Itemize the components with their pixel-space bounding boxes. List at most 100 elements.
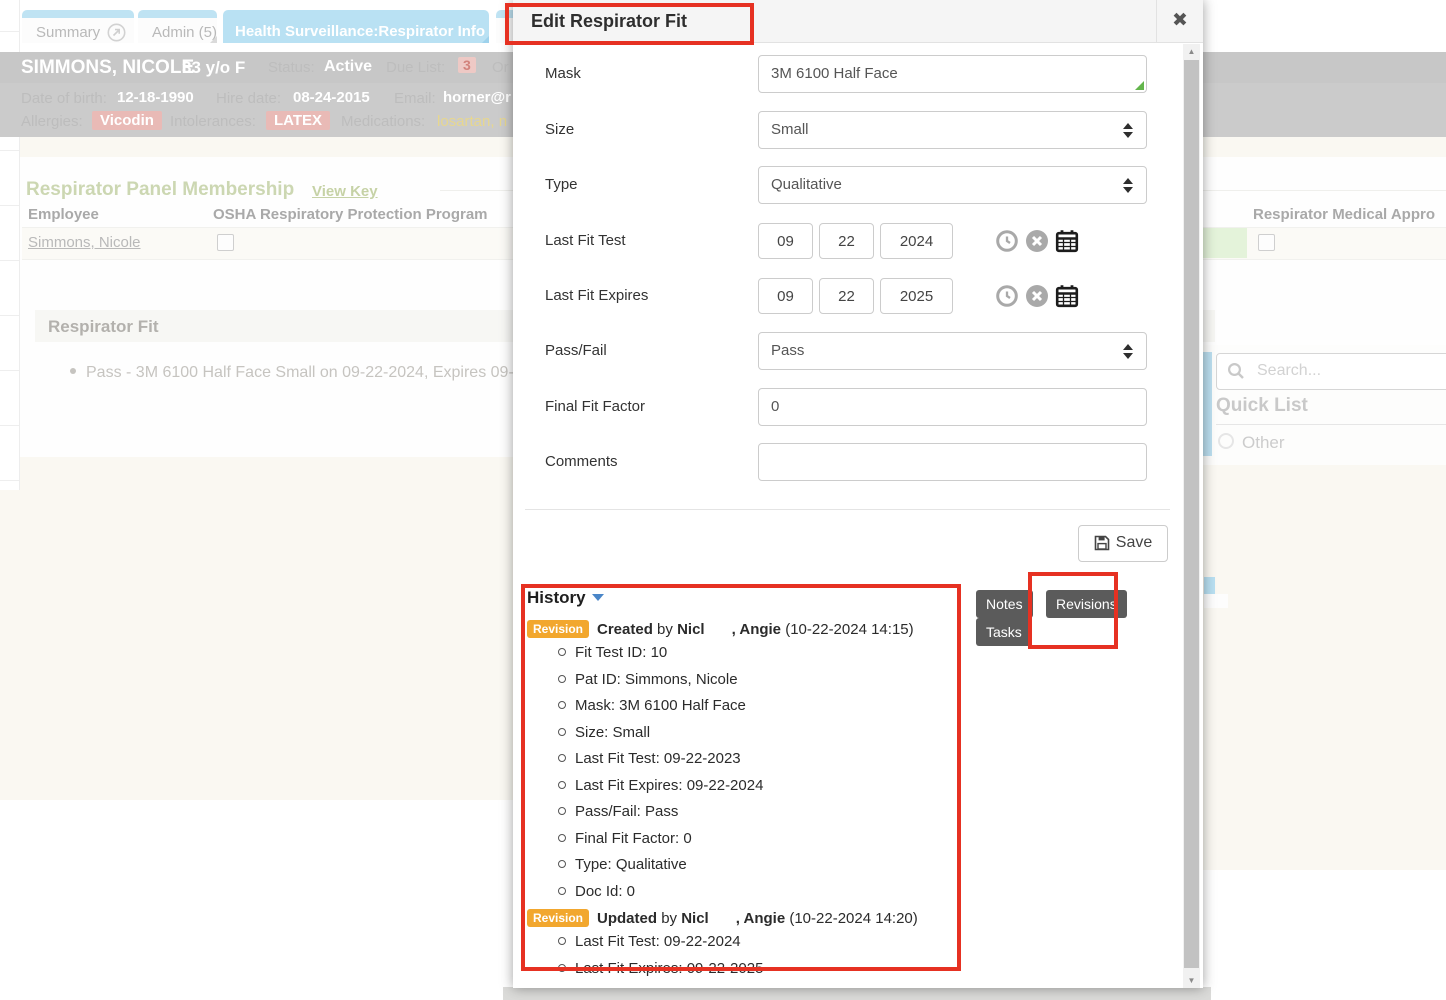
size-label: Size bbox=[545, 121, 574, 138]
scroll-up-icon[interactable]: ▲ bbox=[1183, 44, 1200, 59]
tab-summary[interactable]: Summary bbox=[22, 10, 134, 43]
tab-cap bbox=[138, 10, 217, 18]
status-label: Status: bbox=[268, 59, 315, 76]
save-button[interactable]: Save bbox=[1078, 525, 1168, 562]
size-select[interactable]: Small bbox=[758, 111, 1147, 149]
type-select[interactable]: Qualitative bbox=[758, 166, 1147, 204]
lft-month-input[interactable] bbox=[758, 223, 813, 259]
field-row-size: Size Small bbox=[545, 111, 1175, 149]
history-heading[interactable]: History bbox=[527, 588, 969, 608]
calendar-icon[interactable] bbox=[1055, 229, 1079, 253]
patient-age-sex: 33 y/o F bbox=[182, 58, 245, 78]
col-employee: Employee bbox=[28, 206, 99, 223]
comments-label: Comments bbox=[545, 453, 618, 470]
field-row-mask: Mask 3M 6100 Half Face bbox=[545, 55, 1175, 93]
due-list-label: Due List: bbox=[386, 59, 445, 76]
osha-checkbox[interactable] bbox=[217, 234, 234, 251]
search-input[interactable]: Search... bbox=[1216, 353, 1446, 390]
patient-name: SIMMONS, NICOLE bbox=[21, 57, 194, 79]
tab-fold bbox=[210, 36, 217, 43]
list-item: Last Fit Expires: 09-22-2025 bbox=[575, 960, 969, 977]
select-arrows-icon bbox=[1123, 344, 1133, 359]
select-arrows-icon bbox=[1123, 178, 1133, 193]
type-label: Type bbox=[545, 176, 578, 193]
lft-year-input[interactable] bbox=[880, 223, 953, 259]
list-item: Type: Qualitative bbox=[575, 856, 969, 873]
final-fit-factor-input[interactable]: 0 bbox=[758, 388, 1147, 426]
lft-day-input[interactable] bbox=[819, 223, 874, 259]
due-list-badge[interactable]: 3 bbox=[458, 57, 476, 73]
list-item: Pat ID: Simmons, Nicole bbox=[575, 671, 969, 688]
tab-summary-label: Summary bbox=[36, 24, 100, 41]
list-item: Size: Small bbox=[575, 724, 969, 741]
radio-icon bbox=[1218, 433, 1234, 449]
tab-health-surveillance[interactable]: Health Surveillance:Respirator Info bbox=[223, 10, 489, 43]
after-due-text: Or bbox=[492, 59, 509, 76]
lfe-month-input[interactable] bbox=[758, 278, 813, 314]
mask-textarea[interactable]: 3M 6100 Half Face bbox=[758, 55, 1147, 93]
clear-date-icon[interactable] bbox=[1025, 284, 1049, 308]
rail-divider bbox=[0, 31, 19, 32]
tab-fold bbox=[482, 36, 489, 43]
employee-link[interactable]: Simmons, Nicole bbox=[28, 234, 141, 251]
dob-label: Date of birth: bbox=[21, 90, 107, 107]
modal-divider bbox=[525, 509, 1170, 510]
notes-button[interactable]: Notes bbox=[976, 590, 1033, 618]
list-item: Last Fit Expires: 09-22-2024 bbox=[575, 777, 969, 794]
panel-accent-strip bbox=[1203, 352, 1212, 456]
mask-label: Mask bbox=[545, 65, 581, 82]
quick-list-panel: Search... Quick List Other bbox=[1202, 345, 1446, 465]
scroll-down-icon[interactable]: ▼ bbox=[1183, 973, 1200, 988]
last-fit-expires-label: Last Fit Expires bbox=[545, 287, 648, 304]
final-fit-factor-label: Final Fit Factor bbox=[545, 398, 645, 415]
col-osha: OSHA Respiratory Protection Program bbox=[213, 206, 488, 223]
background-fragment-blue bbox=[1204, 577, 1215, 594]
allergies-label: Allergies: bbox=[21, 113, 83, 130]
field-row-final-fit-factor: Final Fit Factor 0 bbox=[545, 388, 1175, 426]
resize-grip-icon[interactable] bbox=[1135, 81, 1144, 90]
modal-header: Edit Respirator Fit ✖ bbox=[513, 0, 1203, 43]
tab-health-label: Health Surveillance:Respirator Info bbox=[235, 23, 485, 40]
list-item: Mask: 3M 6100 Half Face bbox=[575, 697, 969, 714]
medical-status-cell bbox=[1203, 228, 1247, 258]
rail-divider bbox=[0, 480, 19, 481]
rail-divider bbox=[0, 150, 19, 151]
modal-scrollbar[interactable]: ▲ ▼ bbox=[1183, 44, 1200, 988]
comments-input[interactable] bbox=[758, 443, 1147, 481]
lfe-year-input[interactable] bbox=[880, 278, 953, 314]
panel-title: Respirator Panel Membership bbox=[26, 179, 294, 201]
respirator-fit-title: Respirator Fit bbox=[48, 317, 159, 337]
intolerance-badge[interactable]: LATEX bbox=[266, 111, 330, 130]
field-row-type: Type Qualitative bbox=[545, 166, 1175, 204]
tab-admin[interactable]: Admin (5) bbox=[138, 10, 217, 43]
quick-list-item-other[interactable]: Other bbox=[1218, 433, 1285, 453]
revision-badge: Revision bbox=[527, 620, 589, 638]
external-link-icon bbox=[107, 23, 126, 42]
medications-label: Medications: bbox=[341, 113, 425, 130]
field-row-comments: Comments bbox=[545, 443, 1175, 481]
view-key-link[interactable]: View Key bbox=[312, 183, 378, 200]
medical-checkbox[interactable] bbox=[1258, 234, 1275, 251]
clock-icon[interactable] bbox=[995, 229, 1019, 253]
pass-fail-select[interactable]: Pass bbox=[758, 332, 1147, 370]
col-medical: Respirator Medical Appro bbox=[1253, 206, 1435, 223]
lfe-day-input[interactable] bbox=[819, 278, 874, 314]
email-value: horner@r bbox=[443, 89, 511, 106]
save-floppy-icon bbox=[1094, 535, 1110, 551]
list-item: Pass/Fail: Pass bbox=[575, 803, 969, 820]
revision-entry-header: RevisionUpdated by Nicl, Angie (10-22-20… bbox=[527, 909, 969, 927]
calendar-icon[interactable] bbox=[1055, 284, 1079, 308]
rail-divider bbox=[0, 370, 19, 371]
hire-label: Hire date: bbox=[216, 90, 281, 107]
tasks-button[interactable]: Tasks bbox=[976, 618, 1032, 646]
scrollbar-thumb[interactable] bbox=[1184, 60, 1199, 968]
clock-icon[interactable] bbox=[995, 284, 1019, 308]
revisions-button[interactable]: Revisions bbox=[1046, 590, 1127, 618]
quick-list-heading: Quick List bbox=[1216, 395, 1308, 417]
clear-date-icon[interactable] bbox=[1025, 229, 1049, 253]
close-icon[interactable]: ✖ bbox=[1156, 0, 1203, 43]
list-item: Final Fit Factor: 0 bbox=[575, 830, 969, 847]
allergy-badge[interactable]: Vicodin bbox=[92, 111, 162, 130]
chevron-down-icon bbox=[592, 594, 604, 601]
modal-side-tabs: Notes Revisions Tasks bbox=[976, 590, 1203, 646]
